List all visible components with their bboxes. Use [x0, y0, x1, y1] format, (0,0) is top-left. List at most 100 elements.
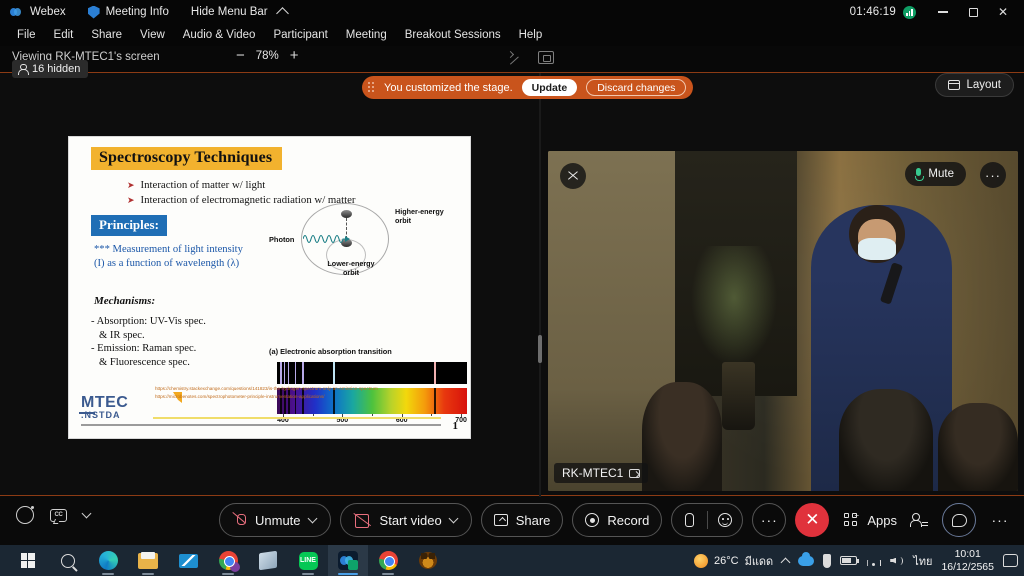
start-button[interactable]	[8, 545, 48, 576]
source-url-2[interactable]: https://microbenotes.com/spectrophotomet…	[155, 394, 445, 400]
raise-hand-button[interactable]	[672, 504, 707, 536]
maximize-button[interactable]	[958, 0, 988, 24]
panel-more-options-button[interactable]: ···	[990, 510, 1010, 530]
cc-label: CC	[54, 512, 63, 518]
list-item: & IR spec.	[99, 329, 145, 341]
video-more-options-button[interactable]: ···	[980, 162, 1006, 188]
menu-item-file[interactable]: File	[8, 29, 45, 41]
pin-video-icon[interactable]	[629, 468, 641, 478]
volume-icon[interactable]	[890, 555, 904, 567]
onedrive-icon[interactable]	[798, 551, 815, 566]
source-url-1[interactable]: https://chemistry.stackexchange.com/ques…	[155, 386, 445, 392]
mute-participant-button[interactable]: Mute	[905, 162, 966, 186]
mechanisms-list: - Absorption: UV-Vis spec. & IR spec. - …	[91, 315, 291, 369]
battery-icon[interactable]	[840, 556, 860, 565]
taskbar-item-chrome-2[interactable]	[368, 545, 408, 576]
source-urls: https://chemistry.stackexchange.com/ques…	[155, 386, 445, 401]
screen-view-icon[interactable]	[538, 51, 554, 64]
taskbar-item-chrome[interactable]	[208, 545, 248, 576]
network-quality-icon[interactable]	[903, 5, 916, 19]
language-indicator[interactable]: ไทย	[913, 552, 932, 570]
mtec-logo: MTEC .NSTDA	[79, 392, 182, 420]
zoom-in-button[interactable]: +	[290, 48, 299, 63]
video-tile[interactable]: Mute ··· RK-MTEC1	[548, 151, 1018, 491]
tray-expand-icon[interactable]	[780, 557, 791, 567]
video-audience-center	[839, 389, 934, 491]
notifications-icon[interactable]	[1003, 554, 1018, 567]
list-item: ➤ Interaction of matter w/ light	[127, 179, 457, 191]
shared-screen-area[interactable]: Spectroscopy Techniques ➤ Interaction of…	[0, 73, 530, 497]
wifi-icon[interactable]	[866, 555, 881, 566]
taskbar-clock[interactable]: 10:01 16/12/2565	[941, 548, 994, 574]
captions-chevron-down-icon[interactable]	[81, 508, 92, 519]
line-icon: LINE	[298, 551, 318, 570]
menu-item-help[interactable]: Help	[510, 29, 552, 41]
taskbar-search-button[interactable]	[48, 545, 88, 576]
closed-captions-icon[interactable]: CC	[50, 508, 67, 522]
taskbar-item-mail[interactable]	[168, 545, 208, 576]
hidden-participants-label: 16 hidden	[32, 63, 81, 75]
leave-meeting-button[interactable]: ✕	[795, 503, 830, 537]
video-speaker-mask	[858, 237, 896, 260]
hidden-participants-badge[interactable]: 16 hidden	[12, 60, 89, 78]
share-bar-icons	[507, 50, 554, 65]
video-chevron-down-icon[interactable]	[448, 513, 459, 524]
menu-item-view[interactable]: View	[131, 29, 174, 41]
menu-item-breakout-sessions[interactable]: Breakout Sessions	[396, 29, 510, 41]
chat-button[interactable]	[942, 503, 976, 537]
unmute-button[interactable]: Unmute	[219, 503, 331, 537]
video-flowers	[689, 246, 783, 376]
more-options-button[interactable]: ···	[752, 503, 787, 537]
menu-item-audio-video[interactable]: Audio & Video	[174, 29, 265, 41]
reactions-button[interactable]	[708, 504, 743, 536]
discard-changes-button[interactable]: Discard changes	[586, 79, 687, 96]
menu-item-meeting[interactable]: Meeting	[337, 29, 396, 41]
share-button[interactable]: Share	[480, 503, 564, 537]
menu-item-edit[interactable]: Edit	[45, 29, 83, 41]
photon-label: Photon	[269, 235, 295, 244]
drag-handle-icon[interactable]	[368, 81, 375, 94]
apps-button[interactable]: + Apps	[844, 511, 897, 528]
close-button[interactable]: ✕	[988, 0, 1018, 24]
menu-item-participant[interactable]: Participant	[264, 29, 336, 41]
control-bar-center: Unmute Start video Share Record ··· ✕	[219, 503, 830, 537]
camera-off-icon	[354, 514, 372, 528]
annotate-icon[interactable]	[507, 50, 522, 65]
apps-label: Apps	[867, 512, 897, 528]
presentation-slide: Spectroscopy Techniques ➤ Interaction of…	[68, 136, 471, 439]
menu-item-share[interactable]: Share	[82, 29, 131, 41]
weather-widget[interactable]: 26°C มีแดด	[693, 552, 773, 570]
logo-bar	[79, 412, 95, 414]
participants-icon[interactable]	[910, 512, 928, 528]
meeting-info-button[interactable]: Meeting Info	[87, 5, 169, 19]
taskbar-item-file-explorer[interactable]	[128, 545, 168, 576]
electron-transition-diagram: Photon Higher-energy orbit Lower-energy …	[269, 199, 459, 356]
annotation-disabled-icon[interactable]	[560, 163, 586, 189]
ellipsis-icon: ···	[760, 512, 778, 528]
stage-resize-handle[interactable]	[538, 335, 542, 363]
video-feed	[548, 151, 1018, 491]
usb-device-icon[interactable]	[823, 553, 832, 568]
taskbar-item-webex[interactable]	[328, 545, 368, 576]
control-bar-left: CC	[16, 506, 92, 524]
update-stage-button[interactable]: Update	[521, 79, 578, 96]
taskbar-item-store[interactable]	[248, 545, 288, 576]
taskbar-item-line[interactable]: LINE	[288, 545, 328, 576]
audio-chevron-down-icon[interactable]	[307, 513, 317, 524]
zoom-level-label: 78%	[255, 50, 279, 62]
arrow-bullet-icon: ➤	[127, 180, 135, 190]
layout-button[interactable]: Layout	[935, 73, 1014, 97]
taskbar-item-browser-orange[interactable]	[408, 545, 448, 576]
windows-taskbar: LINE 26°C มีแดด ไทย 10:01 16/12/2565	[0, 545, 1024, 576]
taskbar-item-edge[interactable]	[88, 545, 128, 576]
record-button[interactable]: Record	[572, 503, 663, 537]
recording-indicator-icon[interactable]	[16, 506, 34, 524]
minimize-button[interactable]	[928, 0, 958, 24]
smiley-reaction-icon	[718, 513, 733, 527]
hide-menu-bar-button[interactable]: Hide Menu Bar	[191, 6, 289, 20]
title-bar: Webex Meeting Info Hide Menu Bar 01:46:1…	[0, 0, 1024, 24]
webex-logo-icon	[10, 5, 24, 19]
start-video-button[interactable]: Start video	[339, 503, 472, 537]
gray-divider	[81, 424, 441, 426]
zoom-out-button[interactable]: −	[236, 48, 245, 63]
